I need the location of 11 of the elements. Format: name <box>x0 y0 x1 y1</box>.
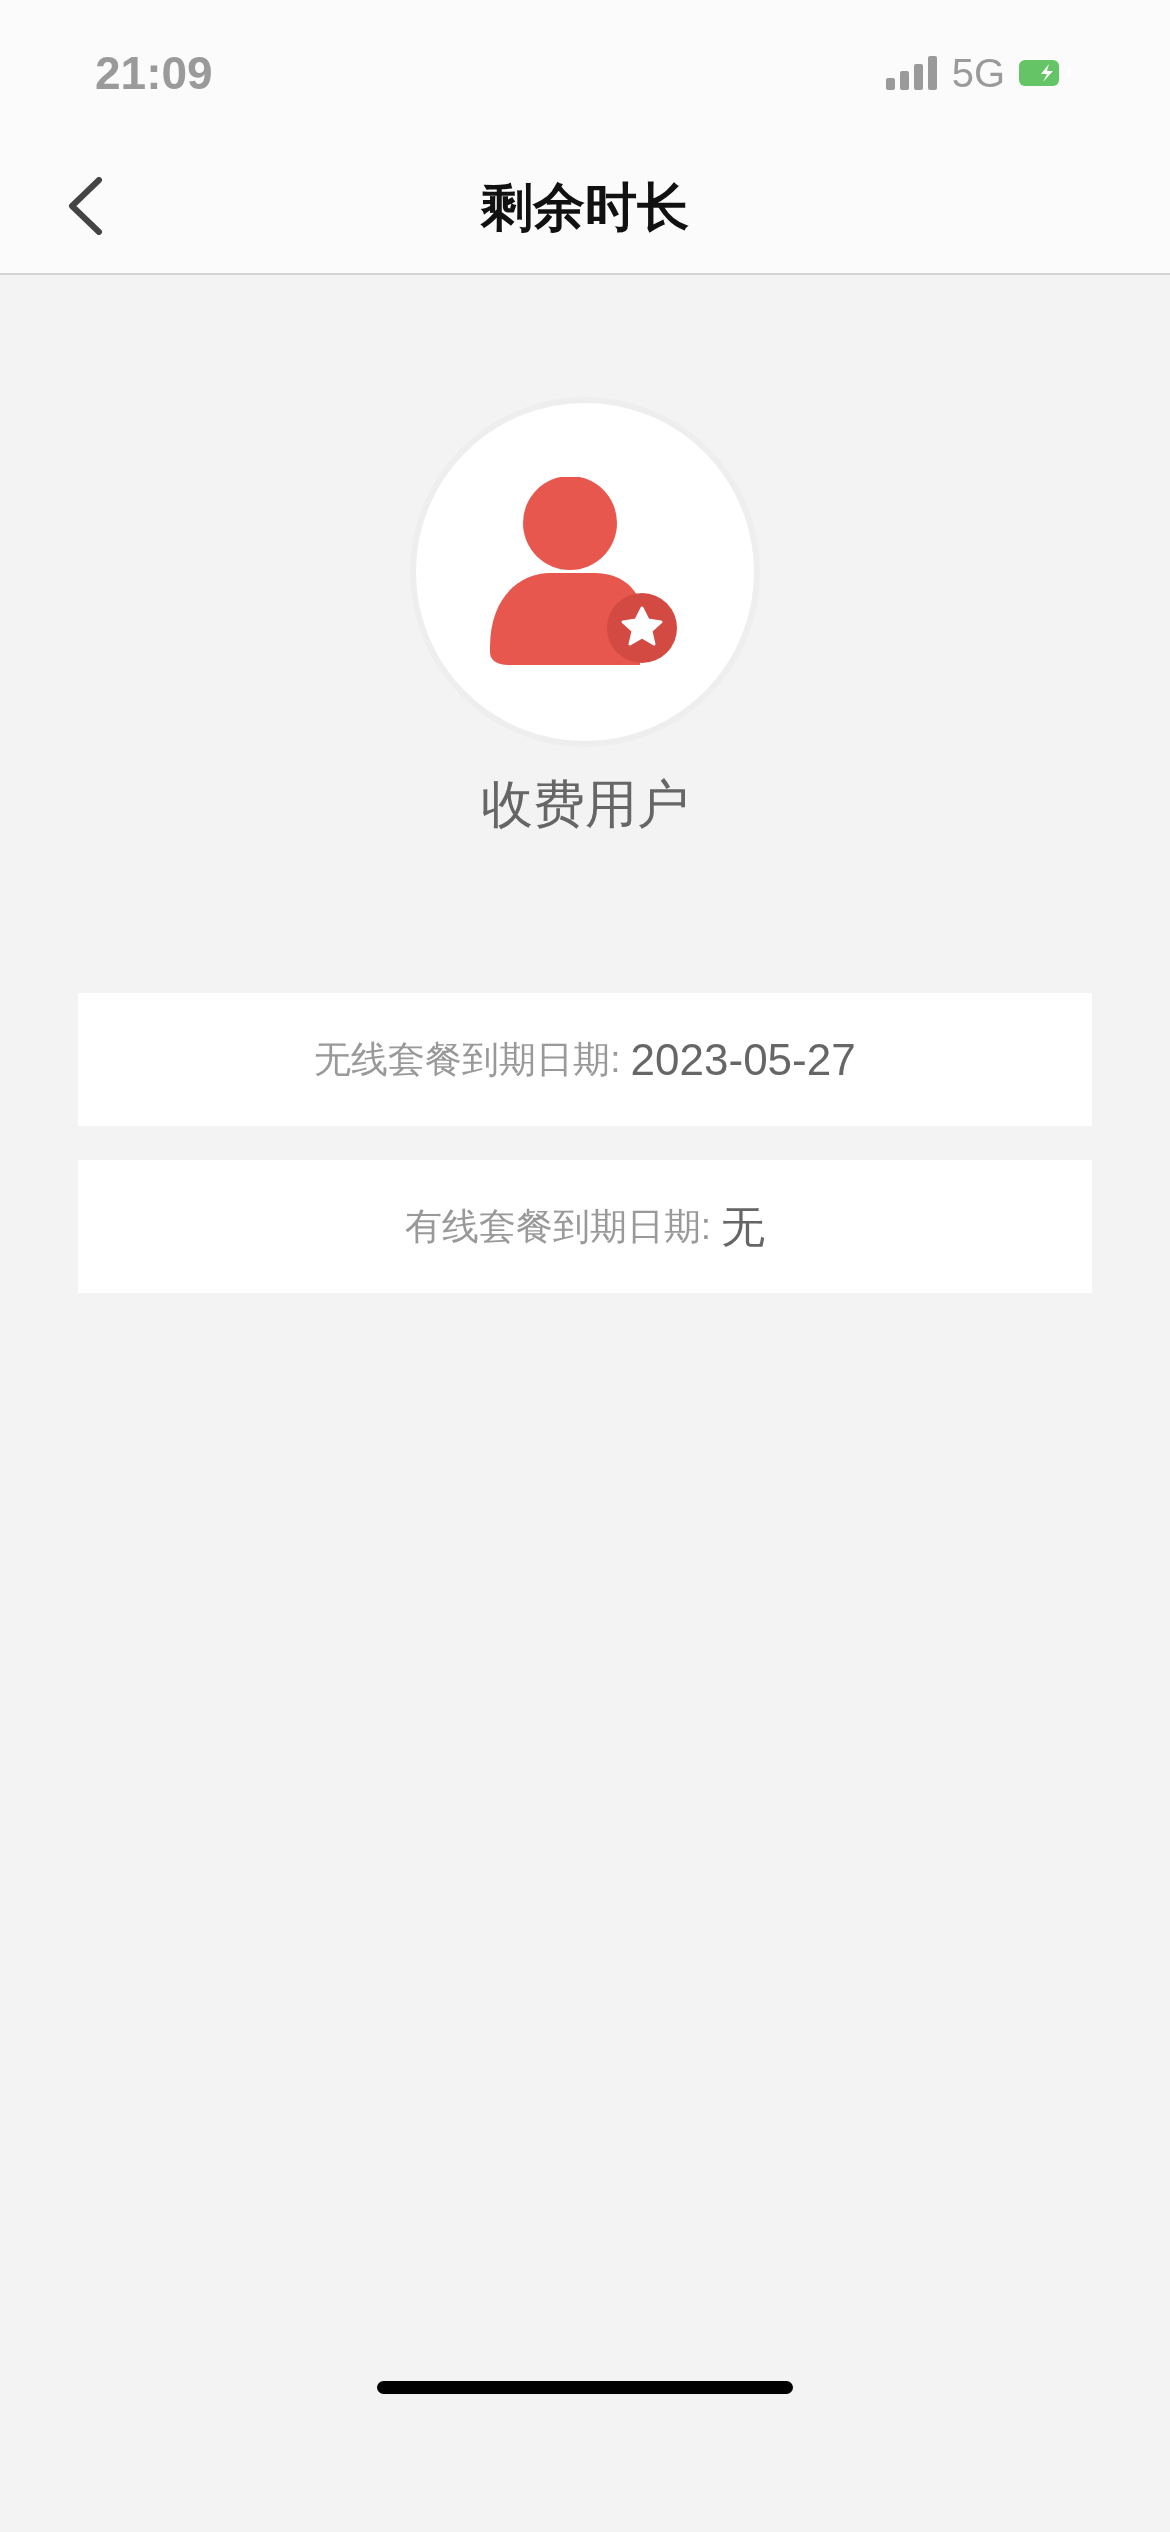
back-icon <box>67 177 103 235</box>
status-time: 21:09 <box>95 45 213 101</box>
expiry-value: 无 <box>721 1200 766 1253</box>
vip-user-icon <box>490 477 680 667</box>
expiry-label: 有线套餐到期日期: <box>404 1204 712 1249</box>
expiry-value: 2023-05-27 <box>630 1033 856 1086</box>
page-title: 剩余时长 <box>481 176 689 238</box>
expiry-label: 无线套餐到期日期: <box>314 1037 621 1082</box>
network-label: 5G <box>951 50 1005 97</box>
signal-icon <box>885 56 938 90</box>
user-type-label: 收费用户 <box>481 774 689 835</box>
